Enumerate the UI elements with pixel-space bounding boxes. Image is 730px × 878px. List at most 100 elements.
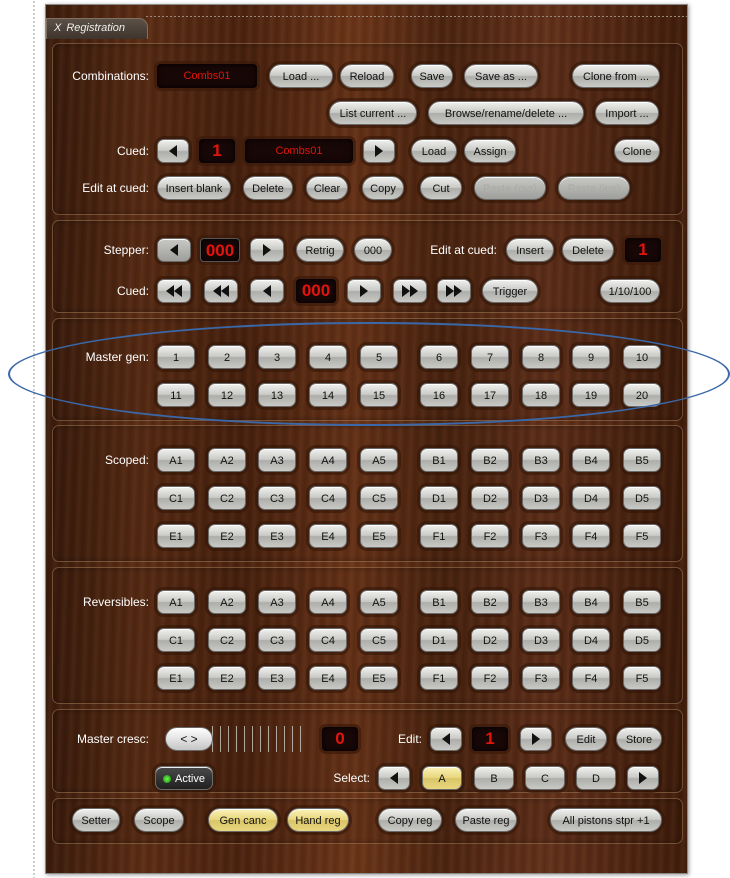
master-gen-piston[interactable]: 15 [360,383,398,407]
scoped-piston[interactable]: E4 [309,524,347,548]
scoped-piston[interactable]: C1 [157,486,195,510]
forward-button[interactable] [393,279,427,303]
scoped-piston[interactable]: A3 [258,448,296,472]
scoped-piston[interactable]: F3 [522,524,560,548]
scoped-piston[interactable]: C5 [360,486,398,510]
reversibles-piston[interactable]: C4 [309,628,347,652]
setter-button[interactable]: Setter [72,808,120,832]
edit-cued-button-3[interactable]: Copy [362,176,404,200]
crescendo-edit-prev-button[interactable] [430,727,462,751]
trigger-button[interactable]: Trigger [482,279,538,303]
reversibles-piston[interactable]: C1 [157,628,195,652]
scoped-piston[interactable]: B4 [572,448,610,472]
master-gen-piston[interactable]: 9 [572,345,610,369]
master-gen-piston[interactable]: 8 [522,345,560,369]
step-forward-button[interactable] [347,279,381,303]
master-gen-piston[interactable]: 5 [360,345,398,369]
select-option-a[interactable]: A [422,766,462,790]
reversibles-piston[interactable]: C5 [360,628,398,652]
master-gen-piston[interactable]: 4 [309,345,347,369]
reversibles-piston[interactable]: E1 [157,666,195,690]
scoped-piston[interactable]: A4 [309,448,347,472]
window-tab[interactable]: X Registration [46,18,148,39]
scoped-piston[interactable]: E1 [157,524,195,548]
stepper-delete-button[interactable]: Delete [562,238,614,262]
stepper-insert-button[interactable]: Insert [506,238,554,262]
scoped-piston[interactable]: A5 [360,448,398,472]
crescendo-store-button[interactable]: Store [616,727,662,751]
copy-reg-button[interactable]: Copy reg [378,808,442,832]
crescendo-edit-button[interactable]: Edit [565,727,607,751]
master-gen-piston[interactable]: 7 [471,345,509,369]
select-option-d[interactable]: D [576,766,616,790]
reversibles-piston[interactable]: B4 [572,590,610,614]
master-gen-piston[interactable]: 17 [471,383,509,407]
edit-cued-button-0[interactable]: Insert blank [157,176,231,200]
edit-cued-button-4[interactable]: Cut [420,176,462,200]
scoped-piston[interactable]: C2 [208,486,246,510]
forward-fast-button[interactable] [437,279,471,303]
master-gen-piston[interactable]: 11 [157,383,195,407]
master-gen-piston[interactable]: 14 [309,383,347,407]
all-pistons-stepper-button[interactable]: All pistons stpr +1 [550,808,662,832]
master-gen-piston[interactable]: 1 [157,345,195,369]
cued-prev-button[interactable] [157,139,189,163]
select-option-c[interactable]: C [525,766,565,790]
rewind-button[interactable] [204,279,238,303]
step-back-button[interactable] [250,279,284,303]
reversibles-piston[interactable]: E2 [208,666,246,690]
reversibles-piston[interactable]: D1 [420,628,458,652]
scoped-piston[interactable]: B5 [623,448,661,472]
close-icon[interactable]: X [54,22,61,34]
cued-load-button[interactable]: Load [411,139,457,163]
increment-button[interactable]: 1/10/100 [600,279,660,303]
master-gen-piston[interactable]: 19 [572,383,610,407]
reversibles-piston[interactable]: F2 [471,666,509,690]
reversibles-piston[interactable]: D4 [572,628,610,652]
reversibles-piston[interactable]: A3 [258,590,296,614]
scoped-piston[interactable]: F5 [623,524,661,548]
scoped-piston[interactable]: F2 [471,524,509,548]
scope-button[interactable]: Scope [134,808,184,832]
reversibles-piston[interactable]: A5 [360,590,398,614]
master-gen-piston[interactable]: 6 [420,345,458,369]
master-gen-piston[interactable]: 16 [420,383,458,407]
clone-from-button[interactable]: Clone from ... [572,64,660,88]
crescendo-edit-next-button[interactable] [520,727,552,751]
reversibles-piston[interactable]: C2 [208,628,246,652]
reversibles-piston[interactable]: B1 [420,590,458,614]
master-gen-piston[interactable]: 18 [522,383,560,407]
scoped-piston[interactable]: D2 [471,486,509,510]
assign-button[interactable]: Assign [464,139,516,163]
reload-button[interactable]: Reload [340,64,394,88]
clone-button[interactable]: Clone [614,139,660,163]
scoped-piston[interactable]: B1 [420,448,458,472]
reversibles-piston[interactable]: B2 [471,590,509,614]
reversibles-piston[interactable]: B3 [522,590,560,614]
reversibles-piston[interactable]: F3 [522,666,560,690]
edit-cued-button-1[interactable]: Delete [243,176,293,200]
scoped-piston[interactable]: B2 [471,448,509,472]
reversibles-piston[interactable]: A2 [208,590,246,614]
browse-rename-delete-button[interactable]: Browse/rename/delete ... [428,101,584,125]
scoped-piston[interactable]: E2 [208,524,246,548]
scoped-piston[interactable]: E3 [258,524,296,548]
import-button[interactable]: Import ... [595,101,659,125]
master-gen-piston[interactable]: 10 [623,345,661,369]
scoped-piston[interactable]: C3 [258,486,296,510]
reversibles-piston[interactable]: A1 [157,590,195,614]
reversibles-piston[interactable]: F4 [572,666,610,690]
reversibles-piston[interactable]: B5 [623,590,661,614]
master-gen-piston[interactable]: 2 [208,345,246,369]
rewind-fast-button[interactable] [157,279,191,303]
reversibles-piston[interactable]: D5 [623,628,661,652]
combinations-display[interactable]: Combs01 [157,64,257,88]
reversibles-piston[interactable]: F1 [420,666,458,690]
gen-canc-button[interactable]: Gen canc [208,808,278,832]
master-gen-piston[interactable]: 20 [623,383,661,407]
scoped-piston[interactable]: D5 [623,486,661,510]
master-gen-piston[interactable]: 12 [208,383,246,407]
scoped-piston[interactable]: F1 [420,524,458,548]
scoped-piston[interactable]: B3 [522,448,560,472]
reversibles-piston[interactable]: C3 [258,628,296,652]
